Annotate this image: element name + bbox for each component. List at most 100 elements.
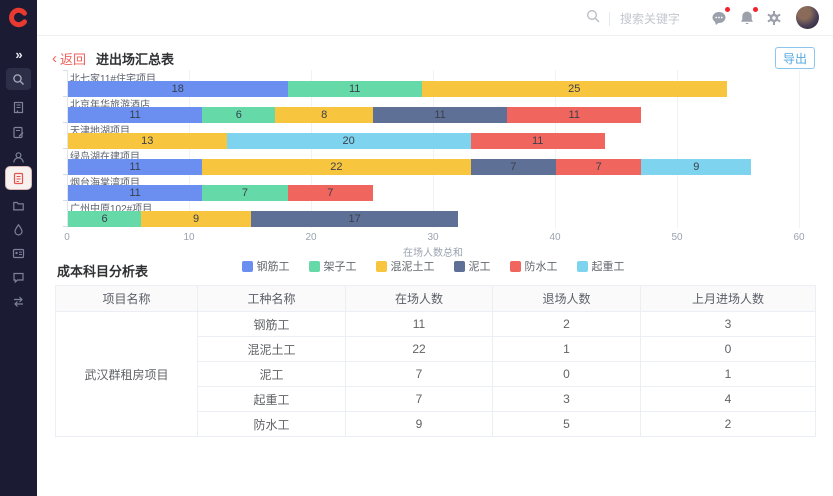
bar-segment[interactable]: 7	[556, 159, 641, 175]
stacked-bar: 132011	[68, 133, 605, 149]
x-axis-tick-label: 20	[296, 232, 326, 243]
expand-icon[interactable]: »	[6, 43, 31, 65]
bar-segment[interactable]: 11	[507, 107, 641, 123]
bar-segment[interactable]: 20	[227, 133, 471, 149]
search-icon[interactable]	[585, 8, 601, 29]
legend-item[interactable]: 防水工	[510, 258, 558, 274]
bell-icon[interactable]	[738, 9, 756, 27]
table-cell: 7	[346, 387, 493, 412]
legend-item[interactable]: 泥工	[454, 258, 491, 274]
report-icon-active[interactable]	[6, 167, 31, 189]
table-cell: 2	[493, 312, 641, 337]
breadcrumb: ‹ 返回 进出场汇总表	[52, 49, 174, 68]
bar-segment[interactable]: 11	[68, 107, 202, 123]
x-axis-tick-label: 60	[784, 232, 814, 243]
category-label: 广州中原102#项目	[70, 200, 152, 211]
id-card-icon[interactable]	[6, 242, 31, 264]
export-button[interactable]: 导出	[775, 47, 815, 69]
search-bar[interactable]	[585, 8, 730, 29]
bar-segment[interactable]: 6	[202, 107, 275, 123]
legend-item[interactable]: 混泥土工	[376, 258, 435, 274]
legend-swatch-icon	[510, 261, 521, 272]
stacked-bar: 1177	[68, 185, 373, 201]
search-icon[interactable]	[6, 68, 31, 90]
y-axis-tick	[63, 96, 67, 97]
bar-segment[interactable]: 17	[251, 211, 458, 227]
bar-segment[interactable]: 25	[422, 81, 727, 97]
legend-item[interactable]: 钢筋工	[242, 258, 290, 274]
table-cell: 防水工	[198, 412, 346, 437]
table-header-cell: 退场人数	[493, 286, 641, 312]
legend-swatch-icon	[454, 261, 465, 272]
document-edit-icon[interactable]	[6, 121, 31, 143]
y-axis-tick	[63, 174, 67, 175]
chat-icon[interactable]	[6, 266, 31, 288]
legend-label: 防水工	[525, 258, 558, 274]
bar-segment[interactable]: 9	[641, 159, 751, 175]
y-axis-tick	[63, 122, 67, 123]
table-cell: 1	[641, 362, 816, 387]
back-chevron-icon[interactable]: ‹	[52, 51, 57, 66]
legend-item[interactable]: 架子工	[309, 258, 357, 274]
gear-icon[interactable]	[765, 9, 783, 27]
table-header-cell: 上月进场人数	[641, 286, 816, 312]
table-cell: 22	[346, 337, 493, 362]
table-header-cell: 在场人数	[346, 286, 493, 312]
stacked-bar: 181125	[68, 81, 727, 97]
bar-segment[interactable]: 7	[471, 159, 556, 175]
bar-segment[interactable]: 11	[68, 159, 202, 175]
bar-segment[interactable]: 18	[68, 81, 288, 97]
table-cell: 11	[346, 312, 493, 337]
bar-segment[interactable]: 13	[68, 133, 227, 149]
sidebar: »	[0, 0, 37, 496]
table-header-cell: 项目名称	[56, 286, 198, 312]
user-icon[interactable]	[6, 146, 31, 168]
legend-label: 混泥土工	[391, 258, 435, 274]
legend-label: 起重工	[592, 258, 625, 274]
stacked-bar: 6917	[68, 211, 458, 227]
message-badge	[725, 7, 730, 12]
table-title: 成本科目分析表	[57, 261, 148, 280]
table-cell: 2	[641, 412, 816, 437]
table-cell: 混泥土工	[198, 337, 346, 362]
legend-label: 架子工	[324, 258, 357, 274]
category-label: 北京年华旅游酒店	[70, 96, 150, 107]
table-cell: 起重工	[198, 387, 346, 412]
bar-segment[interactable]: 6	[68, 211, 141, 227]
table-cell: 泥工	[198, 362, 346, 387]
transfer-icon[interactable]	[6, 290, 31, 312]
legend-label: 泥工	[469, 258, 491, 274]
message-icon[interactable]	[710, 9, 728, 27]
bell-badge	[753, 7, 758, 12]
x-axis-tick-label: 10	[174, 232, 204, 243]
stacked-bar-chart: 在场人数总和 钢筋工架子工混泥土工泥工防水工起重工 0102030405060北…	[67, 70, 799, 228]
table-cell: 5	[493, 412, 641, 437]
category-label: 天津地湖项目	[70, 122, 130, 133]
x-axis-tick-label: 40	[540, 232, 570, 243]
bar-segment[interactable]: 8	[275, 107, 373, 123]
table-row: 武汉群租房项目钢筋工1123	[56, 312, 816, 337]
legend-label: 钢筋工	[257, 258, 290, 274]
user-avatar[interactable]	[796, 6, 819, 29]
y-axis-tick	[63, 200, 67, 201]
legend-item[interactable]: 起重工	[577, 258, 625, 274]
bar-segment[interactable]: 7	[288, 185, 373, 201]
x-axis-tick-label: 50	[662, 232, 692, 243]
bar-segment[interactable]: 11	[288, 81, 422, 97]
bar-segment[interactable]: 7	[202, 185, 287, 201]
table-cell: 9	[346, 412, 493, 437]
legend-swatch-icon	[242, 261, 253, 272]
legend-swatch-icon	[309, 261, 320, 272]
water-drop-icon[interactable]	[6, 218, 31, 240]
bar-segment[interactable]: 11	[373, 107, 507, 123]
back-link[interactable]: 返回	[60, 49, 86, 68]
building-icon[interactable]	[6, 96, 31, 118]
cost-analysis-table: 项目名称工种名称在场人数退场人数上月进场人数 武汉群租房项目钢筋工1123混泥土…	[55, 285, 815, 437]
bar-segment[interactable]: 11	[68, 185, 202, 201]
bar-segment[interactable]: 22	[202, 159, 470, 175]
bar-segment[interactable]: 11	[471, 133, 605, 149]
table-cell: 钢筋工	[198, 312, 346, 337]
table-cell: 0	[641, 337, 816, 362]
folder-icon[interactable]	[6, 194, 31, 216]
bar-segment[interactable]: 9	[141, 211, 251, 227]
